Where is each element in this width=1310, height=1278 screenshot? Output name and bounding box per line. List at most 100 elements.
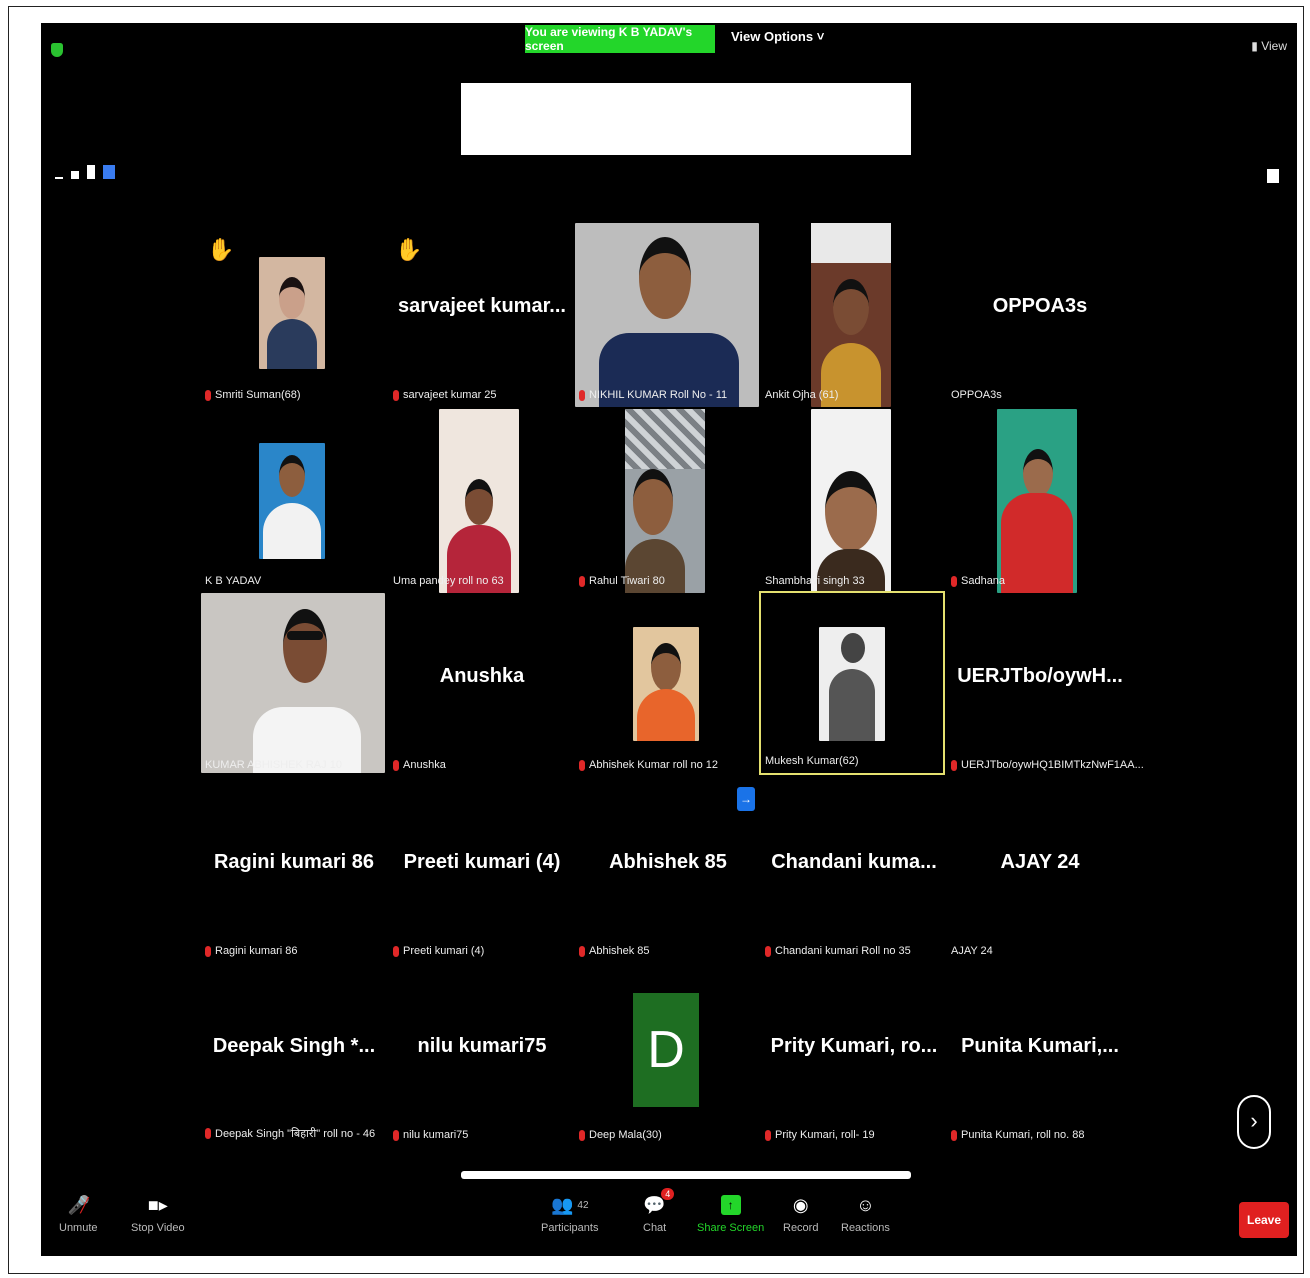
- participant-display-name: Ragini kumari 86: [213, 851, 375, 873]
- participant-display-name: Abhishek 85: [609, 851, 727, 873]
- reactions-button[interactable]: ☺ Reactions: [841, 1194, 890, 1235]
- mic-muted-icon: [951, 759, 957, 771]
- participant-video: [811, 223, 891, 407]
- participant-name-label: UERJTbo/oywHQ1BIMTkzNwF1AA...: [951, 759, 1144, 771]
- participant-tile[interactable]: D Deep Mala(30): [575, 963, 761, 1147]
- minimize-icon[interactable]: [55, 177, 63, 179]
- participant-video: [625, 409, 705, 593]
- microphone-muted-icon: 🎤 ╱: [67, 1194, 91, 1215]
- strip-view-icon[interactable]: [87, 165, 95, 179]
- participant-tile[interactable]: Abhishek 85 Abhishek 85: [575, 779, 761, 963]
- participant-video: [997, 409, 1077, 593]
- participant-tile[interactable]: ✋ Smriti Suman(68): [201, 223, 387, 407]
- participant-tile[interactable]: AJAY 24 AJAY 24: [947, 779, 1133, 963]
- meeting-toolbar: 🎤 ╱ Unmute ■▸ Stop Video 👥 42 Participants…: [41, 1178, 1297, 1256]
- participant-name-label: Preeti kumari (4): [393, 945, 484, 957]
- participant-name-label: Sadhana: [951, 575, 1005, 587]
- mic-muted-icon: [205, 1128, 211, 1139]
- shared-screen-area: [461, 83, 911, 155]
- participant-tile-active-speaker[interactable]: Mukesh Kumar(62): [759, 591, 945, 775]
- participant-tile[interactable]: UERJTbo/oywH... UERJTbo/oywHQ1BIMTkzNwF1…: [947, 593, 1144, 777]
- participant-name-label: K B YADAV: [205, 575, 262, 587]
- participant-name-label: Abhishek 85: [579, 945, 650, 957]
- view-label: View: [1261, 39, 1287, 53]
- mic-muted-icon: [393, 759, 399, 771]
- participant-tile[interactable]: Deepak Singh *... Deepak Singh "बिहारी" …: [201, 963, 387, 1147]
- mic-muted-icon: [765, 1129, 771, 1141]
- participant-tile[interactable]: OPPOA3s OPPOA3s: [947, 223, 1133, 407]
- security-shield-icon[interactable]: [51, 43, 63, 57]
- participant-name-label: Deepak Singh "बिहारी" roll no - 46: [205, 1126, 375, 1141]
- zoom-meeting-window: You are viewing K B YADAV's screen View …: [41, 23, 1297, 1256]
- mic-muted-icon: [579, 575, 585, 587]
- participant-tile[interactable]: Ankit Ojha (61): [761, 223, 947, 407]
- next-page-chevron-icon[interactable]: ›: [1237, 1095, 1271, 1149]
- participant-video: [575, 223, 759, 407]
- gallery-view-icon[interactable]: [103, 165, 115, 179]
- participant-display-name: AJAY 24: [1000, 851, 1080, 873]
- record-icon: ◉: [792, 1194, 809, 1215]
- page-indicator[interactable]: →: [737, 787, 755, 811]
- participant-tile[interactable]: Punita Kumari,... Punita Kumari, roll no…: [947, 963, 1133, 1147]
- participant-name-label: nilu kumari75: [393, 1129, 468, 1141]
- participant-name-label: Ankit Ojha (61): [765, 389, 839, 401]
- participant-tile[interactable]: KUMAR ABHISHEK RAJ 10: [201, 593, 387, 777]
- stop-video-button[interactable]: ■▸ Stop Video: [131, 1194, 185, 1235]
- raised-hand-icon: ✋: [207, 237, 235, 262]
- view-icon: ▮: [1251, 39, 1262, 53]
- participant-name-label: Rahul Tiwari 80: [579, 575, 665, 587]
- layout-switcher[interactable]: [55, 165, 115, 179]
- participant-tile[interactable]: Prity Kumari, ro... Prity Kumari, roll- …: [761, 963, 947, 1147]
- participant-tile[interactable]: Anushka Anushka: [389, 593, 575, 777]
- participants-button[interactable]: 👥 42 Participants: [541, 1194, 598, 1235]
- participant-tile[interactable]: K B YADAV: [201, 409, 387, 593]
- participant-tile[interactable]: Ragini kumari 86 Ragini kumari 86: [201, 779, 387, 963]
- mic-muted-icon: [765, 945, 771, 957]
- avatar-initial: D: [633, 993, 699, 1107]
- participant-tile[interactable]: nilu kumari75 nilu kumari75: [389, 963, 575, 1147]
- participant-tile[interactable]: Sadhana: [947, 409, 1133, 593]
- participant-tile[interactable]: Abhishek Kumar roll no 12: [575, 593, 761, 777]
- participant-name-label: AJAY 24: [951, 945, 993, 957]
- exit-fullscreen-icon[interactable]: [1267, 169, 1279, 183]
- view-button[interactable]: ▮ View: [1251, 39, 1287, 53]
- participant-video: [811, 409, 891, 593]
- participant-name-label: Smriti Suman(68): [205, 389, 301, 401]
- participant-display-name: Preeti kumari (4): [403, 851, 561, 873]
- record-button[interactable]: ◉ Record: [783, 1194, 818, 1235]
- share-screen-button[interactable]: ↑ Share Screen: [697, 1194, 764, 1234]
- participant-tile[interactable]: NIKHIL KUMAR Roll No - 11: [575, 223, 761, 407]
- participant-tile[interactable]: Preeti kumari (4) Preeti kumari (4): [389, 779, 575, 963]
- participant-display-name: sarvajeet kumar...: [398, 295, 566, 317]
- participants-icon: 👥 42: [550, 1194, 589, 1215]
- participant-tile[interactable]: Shambhavi singh 33: [761, 409, 947, 593]
- participant-video: [819, 627, 885, 741]
- participant-tile[interactable]: ✋ sarvajeet kumar... sarvajeet kumar 25: [389, 223, 575, 407]
- participant-tile[interactable]: Uma pandey roll no 63: [389, 409, 575, 593]
- participant-display-name: Anushka: [439, 665, 525, 687]
- view-options-menu[interactable]: View Options ˅: [731, 29, 824, 44]
- participant-video: [439, 409, 519, 593]
- mic-muted-icon: [579, 389, 585, 401]
- participant-display-name: Prity Kumari, ro...: [770, 1035, 938, 1057]
- mic-muted-icon: [205, 389, 211, 401]
- chat-button[interactable]: 💬 4 Chat: [643, 1188, 675, 1234]
- mic-muted-icon: [951, 575, 957, 587]
- speaker-view-icon[interactable]: [71, 171, 79, 179]
- participant-tile[interactable]: Rahul Tiwari 80: [575, 409, 761, 593]
- participant-tile[interactable]: Chandani kuma... Chandani kumari Roll no…: [761, 779, 947, 963]
- participant-name-label: OPPOA3s: [951, 389, 1002, 401]
- mic-muted-icon: [579, 759, 585, 771]
- unmute-button[interactable]: 🎤 ╱ Unmute: [59, 1194, 98, 1235]
- chat-unread-badge: 4: [661, 1188, 675, 1200]
- smiley-reaction-icon: ☺: [856, 1194, 875, 1215]
- mic-muted-icon: [579, 1129, 585, 1141]
- leave-button[interactable]: Leave: [1239, 1202, 1289, 1238]
- participant-name-label: sarvajeet kumar 25: [393, 389, 497, 401]
- participant-name-label: Abhishek Kumar roll no 12: [579, 759, 718, 771]
- participant-name-label: Uma pandey roll no 63: [393, 575, 504, 587]
- mic-muted-icon: [393, 389, 399, 401]
- participant-display-name: nilu kumari75: [417, 1035, 547, 1057]
- participant-name-label: Prity Kumari, roll- 19: [765, 1129, 875, 1141]
- participant-display-name: UERJTbo/oywH...: [957, 665, 1123, 687]
